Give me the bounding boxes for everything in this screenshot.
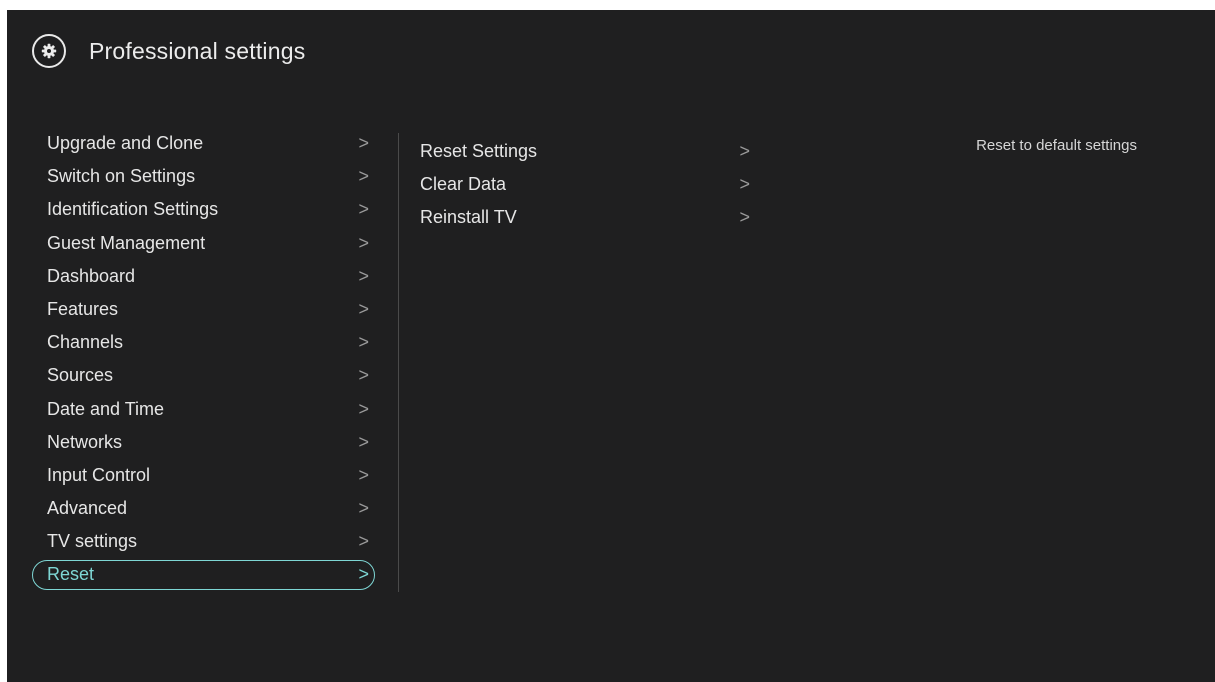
chevron-right-icon: > xyxy=(358,133,369,153)
chevron-right-icon: > xyxy=(358,431,369,452)
chevron-right-icon: > xyxy=(358,199,369,220)
menu-item-networks[interactable]: Networks > xyxy=(32,426,375,459)
menu-item-label: Date and Time xyxy=(47,398,165,419)
menu-item-dashboard[interactable]: Dashboard > xyxy=(32,260,375,293)
chevron-right-icon: > xyxy=(358,464,369,485)
menu-item-identification-settings[interactable]: Identification Settings > xyxy=(32,193,375,226)
submenu-item-reinstall-tv[interactable]: Reinstall TV > xyxy=(420,201,750,234)
gear-icon xyxy=(32,34,66,68)
menu-item-switch-on-settings[interactable]: Switch on Settings > xyxy=(32,160,375,193)
menu-item-label: TV settings xyxy=(47,531,138,552)
chevron-right-icon: > xyxy=(358,298,369,319)
menu-item-label: Sources xyxy=(47,365,114,386)
menu-item-label: Identification Settings xyxy=(47,199,219,220)
menu-item-label: Advanced xyxy=(47,498,128,519)
submenu-item-label: Clear Data xyxy=(420,174,507,195)
submenu-item-label: Reset Settings xyxy=(420,141,538,161)
help-text: Reset to default settings xyxy=(976,137,1137,154)
menu-item-upgrade-and-clone[interactable]: Upgrade and Clone > xyxy=(32,127,375,160)
menu-item-features[interactable]: Features > xyxy=(32,293,375,326)
chevron-right-icon: > xyxy=(358,498,369,519)
menu-item-label: Input Control xyxy=(47,464,151,485)
menu-item-label: Reset xyxy=(47,564,95,585)
settings-menu: Upgrade and Clone > Switch on Settings > Ide… xyxy=(32,127,375,591)
page-title: Professional settings xyxy=(89,37,306,64)
chevron-right-icon: > xyxy=(358,232,369,253)
menu-item-advanced[interactable]: Advanced > xyxy=(32,492,375,525)
menu-item-tv-settings[interactable]: TV settings > xyxy=(32,525,375,558)
submenu-item-reset-settings[interactable]: Reset Settings > xyxy=(420,135,750,168)
submenu-item-clear-data[interactable]: Clear Data > xyxy=(420,168,750,201)
menu-item-reset[interactable]: Reset > xyxy=(32,560,375,591)
menu-item-label: Dashboard xyxy=(47,265,136,286)
chevron-right-icon: > xyxy=(358,265,369,286)
submenu: Reset Settings > Clear Data > Reinstall TV > xyxy=(420,135,750,235)
chevron-right-icon: > xyxy=(358,166,369,187)
menu-item-label: Upgrade and Clone xyxy=(47,133,204,153)
menu-item-label: Guest Management xyxy=(47,232,206,253)
chevron-right-icon: > xyxy=(739,174,750,195)
menu-item-label: Switch on Settings xyxy=(47,166,196,187)
divider xyxy=(398,133,399,592)
menu-item-label: Networks xyxy=(47,431,123,452)
menu-item-date-and-time[interactable]: Date and Time > xyxy=(32,393,375,426)
chevron-right-icon: > xyxy=(358,365,369,386)
menu-item-label: Features xyxy=(47,298,119,319)
menu-item-guest-management[interactable]: Guest Management > xyxy=(32,227,375,260)
chevron-right-icon: > xyxy=(358,398,369,419)
header: Professional settings xyxy=(32,29,305,73)
tv-screen: Professional settings Upgrade and Clone >… xyxy=(7,10,1215,682)
chevron-right-icon: > xyxy=(358,531,369,552)
submenu-item-label: Reinstall TV xyxy=(420,207,517,228)
menu-item-input-control[interactable]: Input Control > xyxy=(32,459,375,492)
chevron-right-icon: > xyxy=(739,207,750,228)
menu-item-sources[interactable]: Sources > xyxy=(32,359,375,392)
menu-item-channels[interactable]: Channels > xyxy=(32,326,375,359)
menu-item-label: Channels xyxy=(47,332,124,353)
chevron-right-icon: > xyxy=(358,564,369,585)
chevron-right-icon: > xyxy=(739,141,750,161)
chevron-right-icon: > xyxy=(358,332,369,353)
